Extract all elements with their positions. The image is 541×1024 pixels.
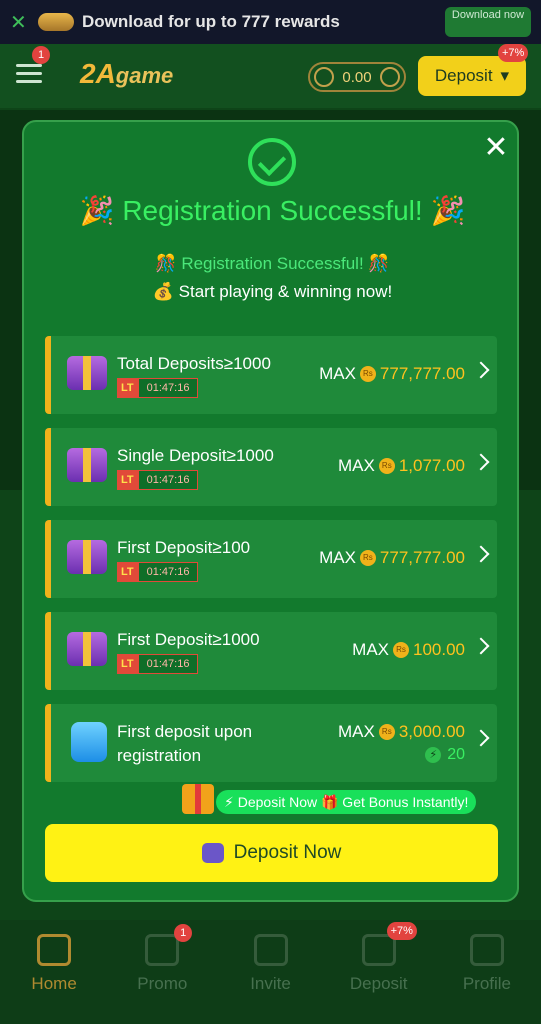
gift-box-icon <box>67 540 107 574</box>
wallet-icon <box>201 843 224 863</box>
page: ✕ Download for up to 777 rewards Downloa… <box>0 0 541 1024</box>
limited-time-tag: LT 01:47:16 <box>117 562 199 582</box>
reward-title: First Deposit≥1000 <box>117 630 260 649</box>
gift-box-icon <box>67 448 107 482</box>
modal-title: 🎉 Registration Successful! 🎉 <box>79 195 466 226</box>
close-modal-icon[interactable]: ✕ <box>482 133 510 163</box>
nav-deposit[interactable]: Deposit +7% <box>325 920 433 1024</box>
deposit-now-label: Deposit Now <box>233 842 342 863</box>
nav-invite[interactable]: Invite <box>216 920 324 1024</box>
deposit-now-button[interactable]: Deposit Now <box>45 824 498 882</box>
rupee-icon: Rs <box>393 642 409 658</box>
reward-row-2[interactable]: Single Deposit≥1000 LT 01:47:16 MAX Rs 1,07… <box>45 428 497 506</box>
chevron-right-icon <box>472 545 490 563</box>
chevron-right-icon <box>472 453 490 471</box>
reward-max: MAX Rs 777,777.00 <box>319 364 465 383</box>
nav-home[interactable]: Home <box>0 920 108 1024</box>
countdown-timer: 01:47:16 <box>137 470 199 490</box>
home-icon <box>37 934 72 966</box>
reward-max: MAX Rs 3,000.00 <box>337 722 465 741</box>
countdown-timer: 01:47:16 <box>137 378 199 398</box>
reward-title: Total Deposits≥1000 <box>117 354 271 373</box>
reward-row-4[interactable]: First Deposit≥1000 LT 01:47:16 MAX Rs 100.0… <box>45 612 497 690</box>
wallet-icon <box>71 722 107 762</box>
deposit-nav-badge: +7% <box>386 922 417 940</box>
reward-title: Single Deposit≥1000 <box>117 446 274 465</box>
balance-value: 0.00 <box>342 68 372 86</box>
balance-display: 0.00 <box>308 62 406 92</box>
chevron-right-icon <box>472 637 490 655</box>
coins-icon <box>38 13 74 31</box>
reward-row-1[interactable]: Total Deposits≥1000 LT 01:47:16 MAX Rs 777,… <box>45 336 497 414</box>
nav-profile[interactable]: Profile <box>433 920 541 1024</box>
success-check-icon <box>248 138 296 186</box>
nav-promo[interactable]: Promo 1 <box>108 920 216 1024</box>
logo: 2Agame <box>80 58 174 89</box>
promo-pill: ⚡ Deposit Now 🎁 Get Bonus Instantly! <box>216 790 477 814</box>
wallet-icon <box>314 67 334 87</box>
download-banner: ✕ Download for up to 777 rewards Downloa… <box>0 0 541 44</box>
rupee-icon: Rs <box>378 458 395 474</box>
banner-text: Download for up to 777 rewards <box>82 12 340 31</box>
header-deposit-label: Deposit <box>434 66 493 85</box>
limited-time-tag: LT 01:47:16 <box>117 654 199 674</box>
promo-badge: 1 <box>174 924 193 942</box>
download-button[interactable]: Download now <box>445 7 531 37</box>
menu-badge: 1 <box>32 46 50 64</box>
bonus-amount: ⚡ 20 <box>425 746 465 764</box>
deposit-badge: +7% <box>498 44 529 62</box>
menu-icon[interactable] <box>16 64 42 86</box>
reward-max: MAX Rs 1,077.00 <box>337 456 465 475</box>
reward-title: First deposit upon registration <box>117 722 253 765</box>
countdown-timer: 01:47:16 <box>137 562 199 582</box>
modal-subtitle: 🎊 Registration Successful! 🎊 <box>155 254 390 273</box>
limited-time-tag: LT 01:47:16 <box>117 470 199 490</box>
chevron-down-icon: ▾ <box>500 66 510 85</box>
gift-icon <box>145 934 180 966</box>
refresh-icon[interactable] <box>379 67 400 87</box>
gift-box-icon <box>67 632 107 666</box>
limited-time-tag: LT 01:47:16 <box>117 378 199 398</box>
rupee-icon: Rs <box>359 366 376 382</box>
rupee-icon: Rs <box>359 550 376 566</box>
people-icon <box>253 934 288 966</box>
lightning-icon: ⚡ <box>425 747 442 763</box>
bottom-nav: Home Promo 1 Invite Deposit +7% Profile <box>0 920 541 1024</box>
modal-tagline: 💰 Start playing & winning now! <box>152 282 393 301</box>
gift-box-icon <box>67 356 107 390</box>
reward-max: MAX Rs 777,777.00 <box>319 548 465 567</box>
chevron-right-icon <box>472 361 490 379</box>
close-banner-icon[interactable]: ✕ <box>10 10 38 35</box>
rupee-icon: Rs <box>378 724 395 740</box>
countdown-timer: 01:47:16 <box>137 654 199 674</box>
reward-title: First Deposit≥100 <box>117 538 251 557</box>
registration-modal: ✕ 🎉 Registration Successful! 🎉 🎊 Registr… <box>22 120 519 902</box>
top-header: 1 2Agame 0.00 Deposit ▾ +7% <box>0 44 541 108</box>
reward-max: MAX Rs 100.00 <box>352 640 465 659</box>
gift-icon <box>182 784 214 814</box>
profile-icon <box>469 934 504 966</box>
reward-row-5[interactable]: First deposit upon registration MAX Rs 3,0… <box>45 704 497 782</box>
header-deposit-button[interactable]: Deposit ▾ <box>418 56 526 96</box>
reward-row-3[interactable]: First Deposit≥100 LT 01:47:16 MAX Rs 777,77… <box>45 520 497 598</box>
chevron-right-icon <box>472 729 490 747</box>
